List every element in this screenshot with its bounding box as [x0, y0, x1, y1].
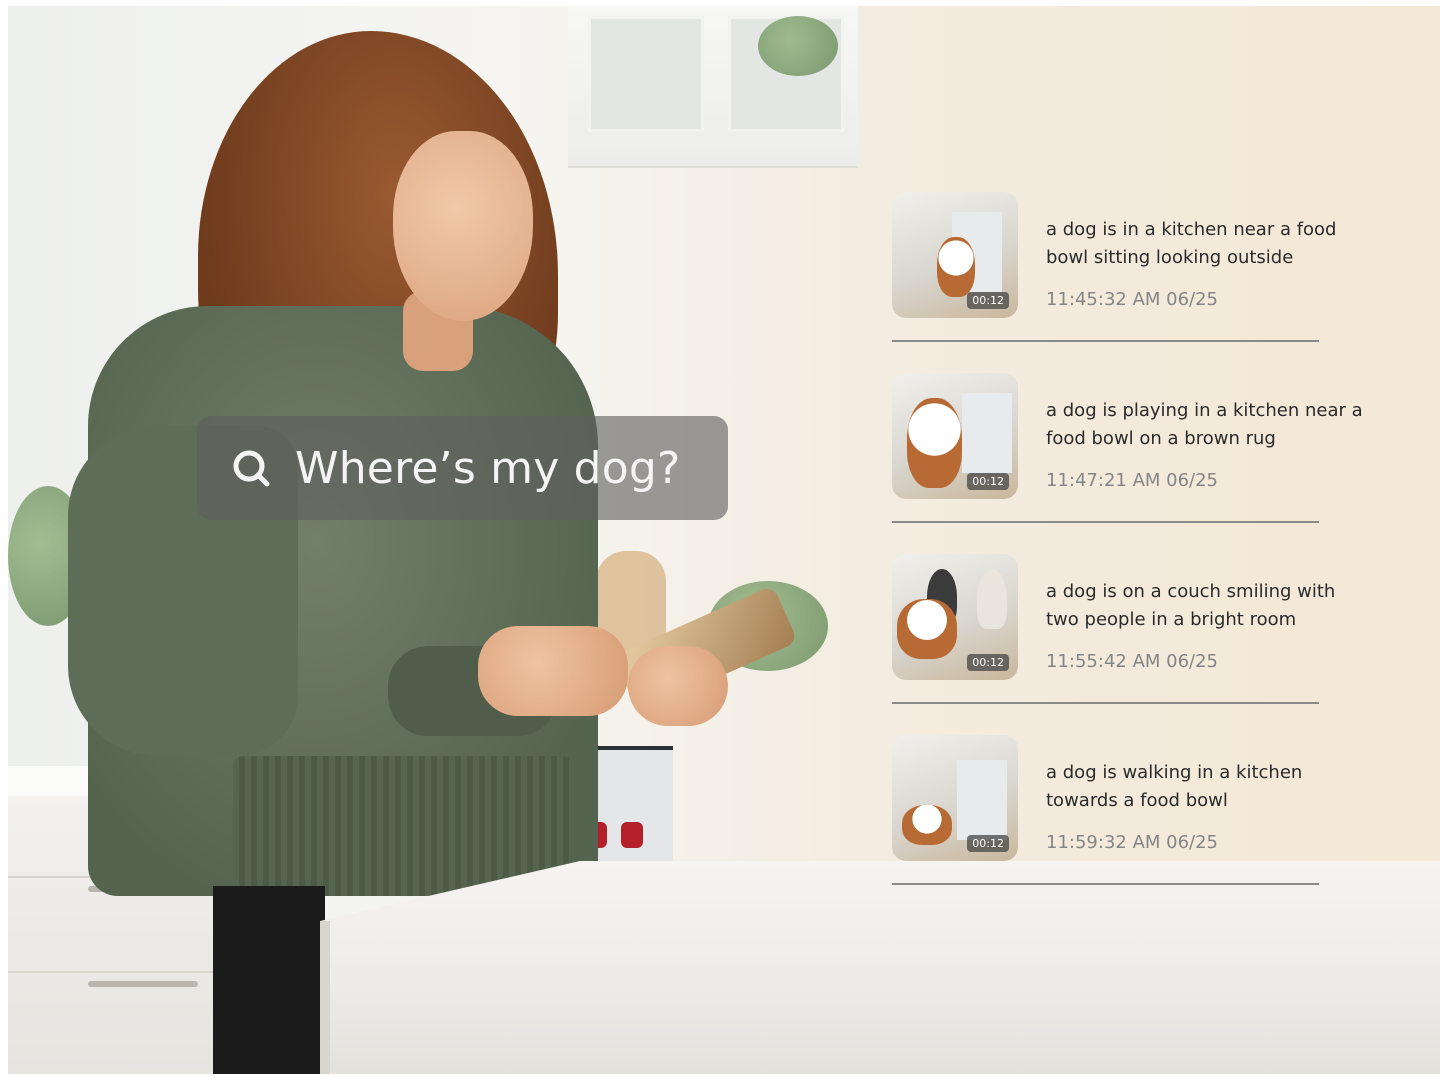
result-item[interactable]: 00:12 a dog is on a couch smiling with t…: [892, 554, 1362, 735]
divider: [892, 340, 1319, 342]
woman-face: [393, 131, 533, 321]
divider: [892, 702, 1319, 704]
result-thumbnail[interactable]: 00:12: [892, 373, 1018, 499]
divider: [892, 521, 1319, 523]
result-item[interactable]: 00:12 a dog is walking in a kitchen towa…: [892, 735, 1362, 916]
result-description: a dog is in a kitchen near a food bowl s…: [1046, 219, 1337, 268]
drawer-handle: [88, 981, 198, 987]
search-query: Where’s my dog?: [295, 442, 681, 494]
drawer-line: [8, 971, 248, 973]
video-duration: 00:12: [967, 292, 1009, 309]
result-description: a dog is on a couch smiling with two peo…: [1046, 581, 1336, 630]
search-bar[interactable]: Where’s my dog?: [197, 416, 728, 520]
woman-pants: [213, 886, 325, 1074]
woman-hand: [628, 646, 728, 726]
result-timestamp: 11:59:32 AM 06/25: [1046, 832, 1219, 853]
result-item[interactable]: 00:12 a dog is playing in a kitchen near…: [892, 373, 1363, 554]
divider: [892, 883, 1319, 885]
search-icon: [229, 446, 273, 490]
result-item[interactable]: 00:12 a dog is in a kitchen near a food …: [892, 192, 1362, 373]
result-timestamp: 11:47:21 AM 06/25: [1046, 470, 1219, 491]
woman-hand: [478, 626, 628, 716]
video-duration: 00:12: [967, 654, 1009, 671]
result-description: a dog is walking in a kitchen towards a …: [1046, 762, 1303, 811]
result-thumbnail[interactable]: 00:12: [892, 192, 1018, 318]
kitchen-island-edge: [320, 921, 330, 1074]
result-thumbnail[interactable]: 00:12: [892, 554, 1018, 680]
search-results-list: 00:12 a dog is in a kitchen near a food …: [892, 192, 1363, 916]
plant: [758, 16, 838, 76]
video-duration: 00:12: [967, 473, 1009, 490]
result-thumbnail[interactable]: 00:12: [892, 735, 1018, 861]
oven-knob: [621, 822, 643, 848]
result-timestamp: 11:45:32 AM 06/25: [1046, 289, 1219, 310]
video-duration: 00:12: [967, 835, 1009, 852]
cabinet-glass-panel: [588, 16, 704, 132]
result-description: a dog is playing in a kitchen near a foo…: [1046, 400, 1363, 449]
result-timestamp: 11:55:42 AM 06/25: [1046, 651, 1219, 672]
